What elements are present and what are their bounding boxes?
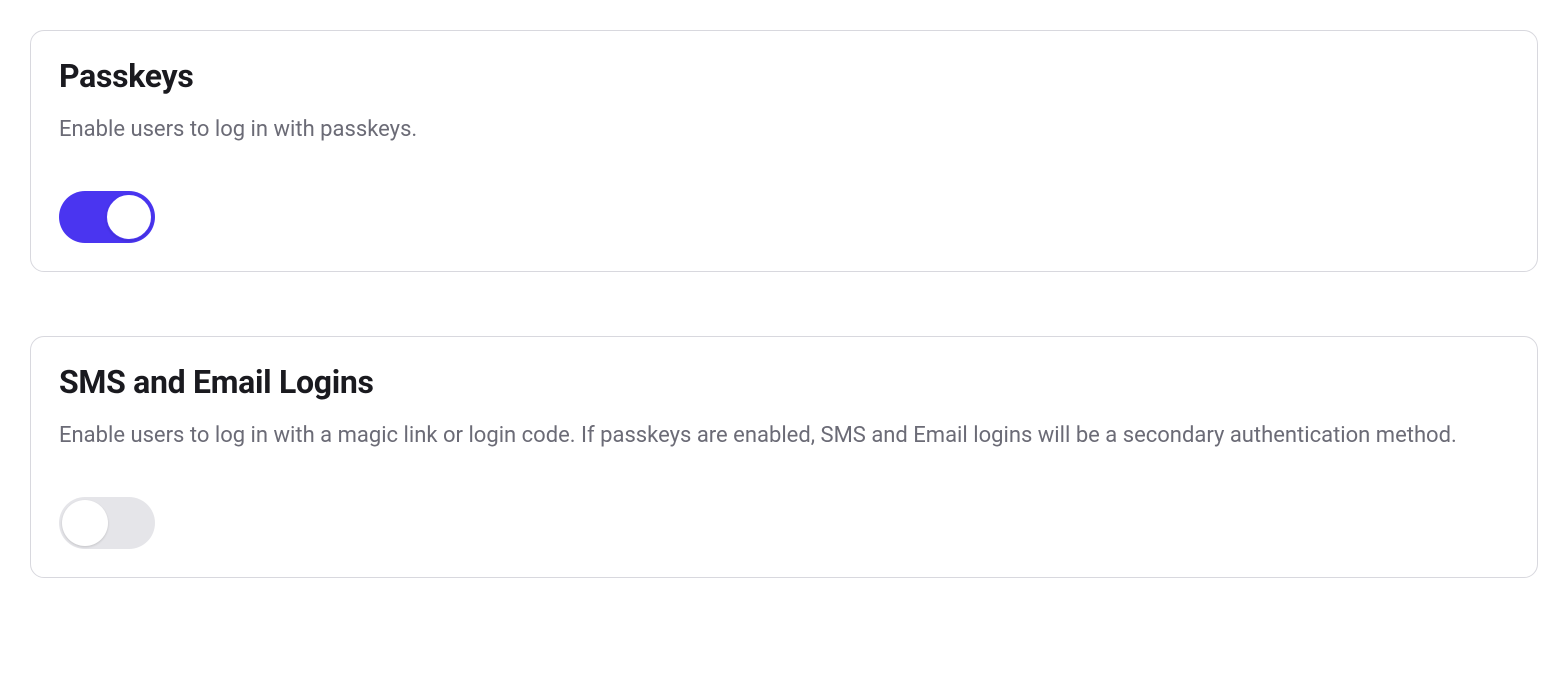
passkeys-toggle[interactable]	[59, 191, 155, 243]
passkeys-description: Enable users to log in with passkeys.	[59, 113, 1509, 147]
passkeys-title: Passkeys	[59, 57, 1509, 95]
sms-email-title: SMS and Email Logins	[59, 363, 1509, 401]
toggle-knob	[62, 500, 108, 546]
toggle-knob	[106, 194, 152, 240]
sms-email-toggle[interactable]	[59, 497, 155, 549]
sms-email-card: SMS and Email Logins Enable users to log…	[30, 336, 1538, 578]
sms-email-description: Enable users to log in with a magic link…	[59, 419, 1509, 453]
passkeys-card: Passkeys Enable users to log in with pas…	[30, 30, 1538, 272]
